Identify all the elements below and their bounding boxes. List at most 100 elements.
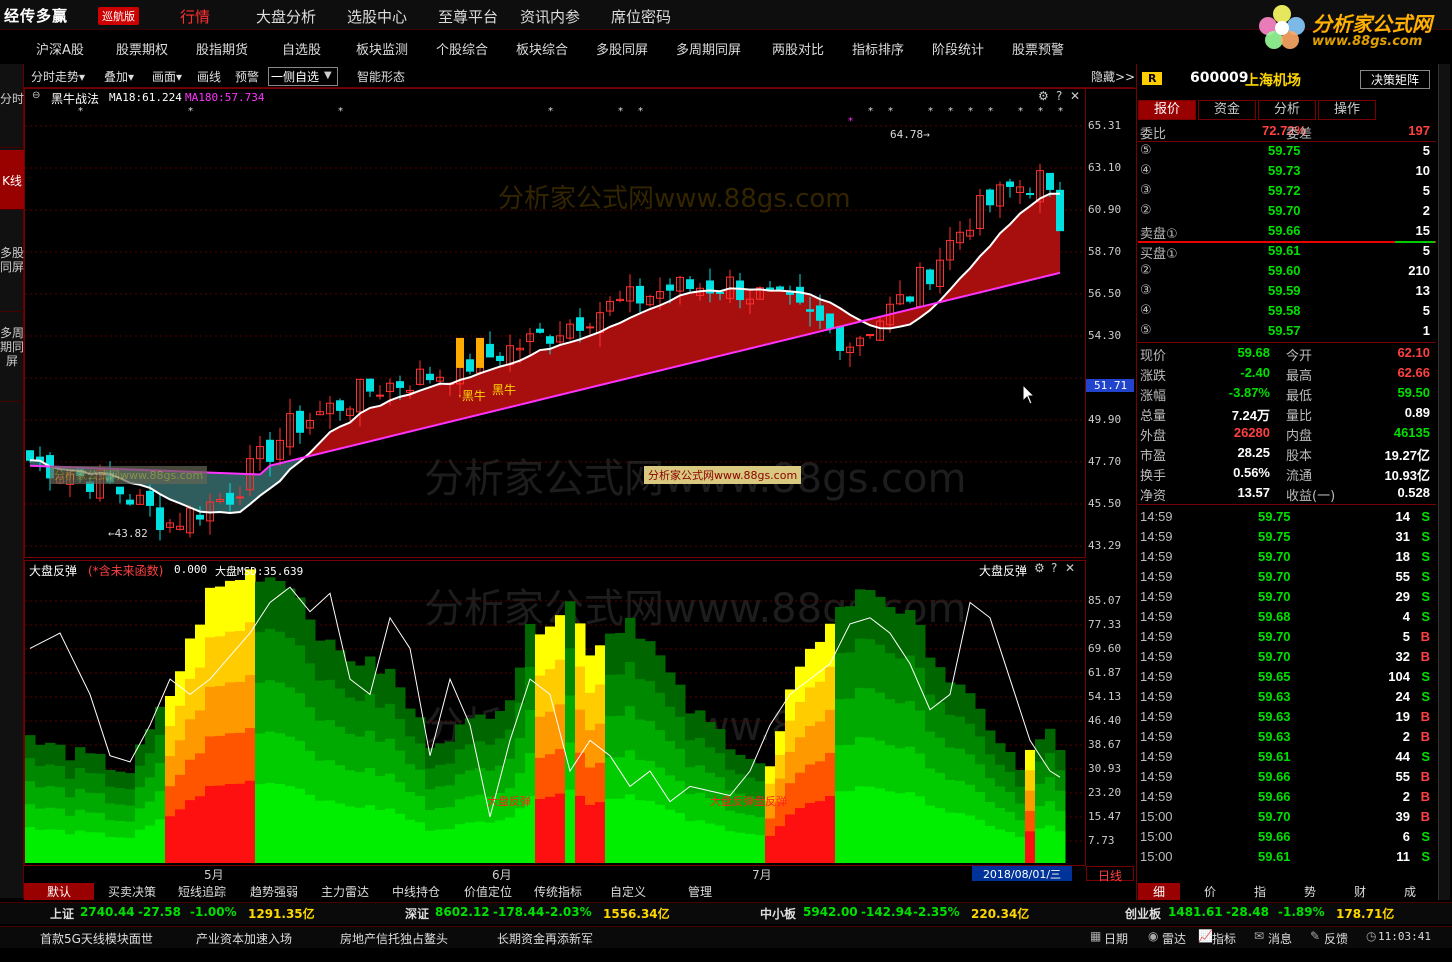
menu-xuangu[interactable]: 选股中心 (347, 6, 407, 27)
index-name[interactable]: 中小板 (760, 905, 796, 922)
indicator-chart-panel[interactable] (24, 560, 1086, 866)
gear-icon[interactable]: ⚙ (1034, 561, 1045, 575)
index-pct: -1.00% (190, 905, 237, 919)
indicator-chart-svg[interactable] (25, 561, 1085, 865)
indicator-collapse-icon[interactable]: ⊖ (32, 90, 40, 101)
ind-title-right: 大盘反弹 (979, 564, 1028, 578)
btab-classic[interactable]: 传统指标 (534, 883, 582, 900)
bid-row[interactable]: ② 59.60 210 (1138, 262, 1436, 282)
chevron-down-icon[interactable]: ▼ (324, 70, 332, 81)
quote-row: 总量 7.24万 量比 0.89 (1138, 404, 1436, 424)
close-icon[interactable]: ✕ (1070, 89, 1080, 103)
message-icon[interactable]: ✉ (1254, 929, 1264, 943)
ltab-intraday[interactable]: 分时 (0, 88, 24, 148)
menu2-futures[interactable]: 股指期货 (196, 39, 248, 58)
menu2-stock-summary[interactable]: 个股综合 (436, 39, 488, 58)
ask-row[interactable]: 卖盘① 59.66 15 (1138, 222, 1436, 242)
tool-smart-pattern[interactable]: 智能形态 (357, 68, 405, 85)
btab-value[interactable]: 价值定位 (464, 883, 512, 900)
bid-row[interactable]: 买盘① 59.61 5 (1138, 242, 1436, 262)
ind-bar (955, 813, 966, 863)
tray-radar[interactable]: 雷达 (1162, 930, 1186, 947)
index-name[interactable]: 上证 (50, 905, 74, 922)
btab-manage[interactable]: 管理 (688, 883, 712, 900)
gear-icon[interactable]: ⚙ (1038, 89, 1049, 103)
ltab-multi-period[interactable]: 多周期同屏 (0, 322, 24, 402)
radar-icon[interactable]: ◉ (1148, 929, 1158, 943)
menu-hangqing[interactable]: 行情 (180, 6, 210, 27)
tool-alert[interactable]: 预警 (235, 68, 259, 85)
rtab-analysis[interactable]: 分析 (1258, 100, 1316, 120)
tool-overlay[interactable]: 叠加▾ (104, 68, 134, 85)
help-icon[interactable]: ? (1051, 561, 1057, 575)
indicator-axis: 85.07 77.33 69.60 61.87 54.13 46.40 38.6… (1086, 560, 1136, 866)
ind-bar (255, 784, 266, 863)
menu2-multi-period[interactable]: 多周期同屏 (676, 39, 741, 58)
btab-short-track[interactable]: 短线追踪 (178, 883, 226, 900)
menu2-multi-screen[interactable]: 多股同屏 (596, 39, 648, 58)
calendar-icon[interactable]: ▦ (1090, 929, 1101, 943)
tool-draw[interactable]: 画线 (197, 68, 221, 85)
tray-feedback[interactable]: 反馈 (1324, 930, 1348, 947)
ask-row[interactable]: ④ 59.73 10 (1138, 162, 1436, 182)
indicator-icon[interactable]: 📈 (1198, 929, 1213, 943)
news-item[interactable]: 长期资金再添新军 (497, 930, 593, 947)
menu2-option[interactable]: 股票期权 (116, 39, 168, 58)
period-selector[interactable]: 日线 (1086, 866, 1134, 883)
ind-bar (65, 834, 76, 863)
menu2-hushen[interactable]: 沪深A股 (36, 39, 84, 58)
menu2-alert[interactable]: 股票预警 (1012, 39, 1064, 58)
btab-midterm[interactable]: 中线持仓 (392, 883, 440, 900)
index-change: -178.44 (493, 905, 545, 919)
ask-row[interactable]: ⑤ 59.75 5 (1138, 142, 1436, 162)
menu-zixun[interactable]: 资讯内参 (520, 6, 580, 27)
menu-zhizun[interactable]: 至尊平台 (438, 6, 498, 27)
btab-default[interactable]: 默认 (24, 883, 94, 900)
index-name[interactable]: 创业板 (1125, 905, 1161, 922)
bid-row[interactable]: ⑤ 59.57 1 (1138, 322, 1436, 342)
menu2-stats[interactable]: 阶段统计 (932, 39, 984, 58)
quote-row: 外盘 26280 内盘 46135 (1138, 424, 1436, 444)
rtab-quote[interactable]: 报价 (1138, 100, 1196, 120)
ind-bar (895, 793, 906, 863)
news-item[interactable]: 产业资本加速入场 (196, 930, 292, 947)
menu2-compare[interactable]: 两股对比 (772, 39, 824, 58)
ask-row[interactable]: ② 59.70 2 (1138, 202, 1436, 222)
rtab-operation[interactable]: 操作 (1318, 100, 1376, 120)
news-item[interactable]: 房地产信托独占鳌头 (340, 930, 448, 947)
rtab-fund[interactable]: 资金 (1198, 100, 1256, 120)
vertical-scrollbar[interactable] (1438, 64, 1450, 900)
tray-indicator[interactable]: 指标 (1212, 930, 1236, 947)
hide-panel-button[interactable]: 隐藏>> (1091, 68, 1135, 85)
tool-intraday[interactable]: 分时走势▾ (31, 68, 85, 85)
decision-matrix-button[interactable]: 决策矩阵 (1360, 70, 1430, 89)
main-indicator-name[interactable]: 黑牛战法 (51, 90, 99, 107)
menu2-sort[interactable]: 指标排序 (852, 39, 904, 58)
btab-radar[interactable]: 主力雷达 (321, 883, 369, 900)
feedback-icon[interactable]: ✎ (1310, 929, 1320, 943)
tray-date[interactable]: 日期 (1104, 930, 1128, 947)
close-icon[interactable]: ✕ (1065, 561, 1075, 575)
menu2-sector-summary[interactable]: 板块综合 (516, 39, 568, 58)
menu-dapan[interactable]: 大盘分析 (256, 6, 316, 27)
bid-row[interactable]: ③ 59.59 13 (1138, 282, 1436, 302)
tick-volume: 2 (1402, 729, 1410, 744)
star-marker: * (868, 106, 873, 117)
menu2-sector-monitor[interactable]: 板块监测 (356, 39, 408, 58)
ltab-multi-stock[interactable]: 多股同屏 (0, 242, 24, 312)
menu-xiwei[interactable]: 席位密码 (611, 6, 671, 27)
ask-row[interactable]: ③ 59.72 5 (1138, 182, 1436, 202)
btab-custom[interactable]: 自定义 (610, 883, 646, 900)
tool-screen[interactable]: 画面▾ (152, 68, 182, 85)
index-name[interactable]: 深证 (405, 905, 429, 922)
btab-trend[interactable]: 趋势强弱 (250, 883, 298, 900)
ltab-kline[interactable]: K线 (0, 150, 24, 210)
tray-message[interactable]: 消息 (1268, 930, 1292, 947)
divider (1138, 504, 1436, 505)
help-icon[interactable]: ? (1056, 89, 1062, 103)
menu2-watchlist[interactable]: 自选股 (282, 39, 321, 58)
news-item[interactable]: 首款5G天线模块面世 (40, 930, 153, 947)
bid-row[interactable]: ④ 59.58 5 (1138, 302, 1436, 322)
ind-name[interactable]: 大盘反弹 (29, 562, 77, 579)
btab-trade-decision[interactable]: 买卖决策 (108, 883, 156, 900)
